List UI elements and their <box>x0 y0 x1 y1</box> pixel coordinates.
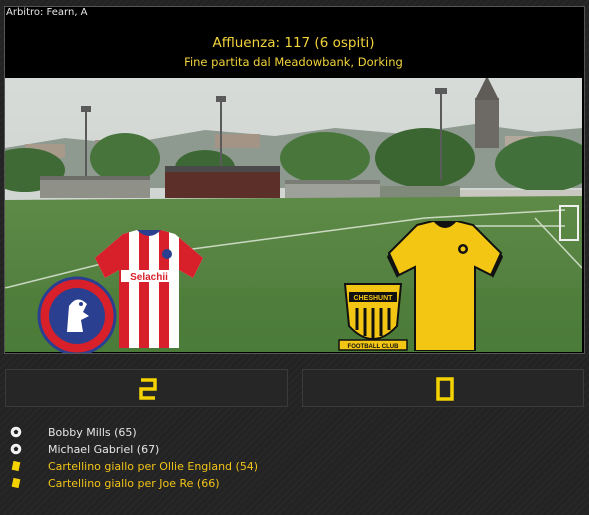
event-text: Bobby Mills (65) <box>48 426 137 439</box>
yellow-card-icon <box>11 460 21 472</box>
home-score-box: 2 <box>5 369 288 407</box>
home-team-kit: Selachii <box>95 230 203 348</box>
away-team-kit <box>387 221 503 351</box>
away-score-box: 0 <box>302 369 584 407</box>
home-kit-sponsor: Selachii <box>130 272 168 283</box>
event-text: Cartellino giallo per Ollie England (54) <box>48 460 259 473</box>
referee-label: Arbitro: Fearn, A <box>5 7 90 19</box>
stadium-image: Selachii CHESHUNT FOOTBALL CLUB <box>5 78 582 353</box>
match-status: Fine partita dal Meadowbank, Dorking <box>184 55 403 69</box>
goal-event: Bobby Mills (65) <box>0 424 589 441</box>
football-icon <box>10 426 22 438</box>
goal-event: Michael Gabriel (67) <box>0 441 589 458</box>
attendance-text: Affluenza: 117 (6 ospiti) <box>212 35 375 51</box>
away-score-digit <box>436 377 454 401</box>
yellow-card-icon <box>11 477 21 489</box>
match-panel: Affluenza: 117 (6 ospiti) Fine partita d… <box>4 6 585 354</box>
football-icon <box>10 443 22 455</box>
yellow-card-event: Cartellino giallo per Joe Re (66) <box>0 475 589 492</box>
match-header: Affluenza: 117 (6 ospiti) Fine partita d… <box>5 31 582 78</box>
yellow-card-event: Cartellino giallo per Ollie England (54) <box>0 458 589 475</box>
event-text: Cartellino giallo per Joe Re (66) <box>48 477 220 490</box>
home-score-digit <box>139 378 157 400</box>
event-text: Michael Gabriel (67) <box>48 443 160 456</box>
